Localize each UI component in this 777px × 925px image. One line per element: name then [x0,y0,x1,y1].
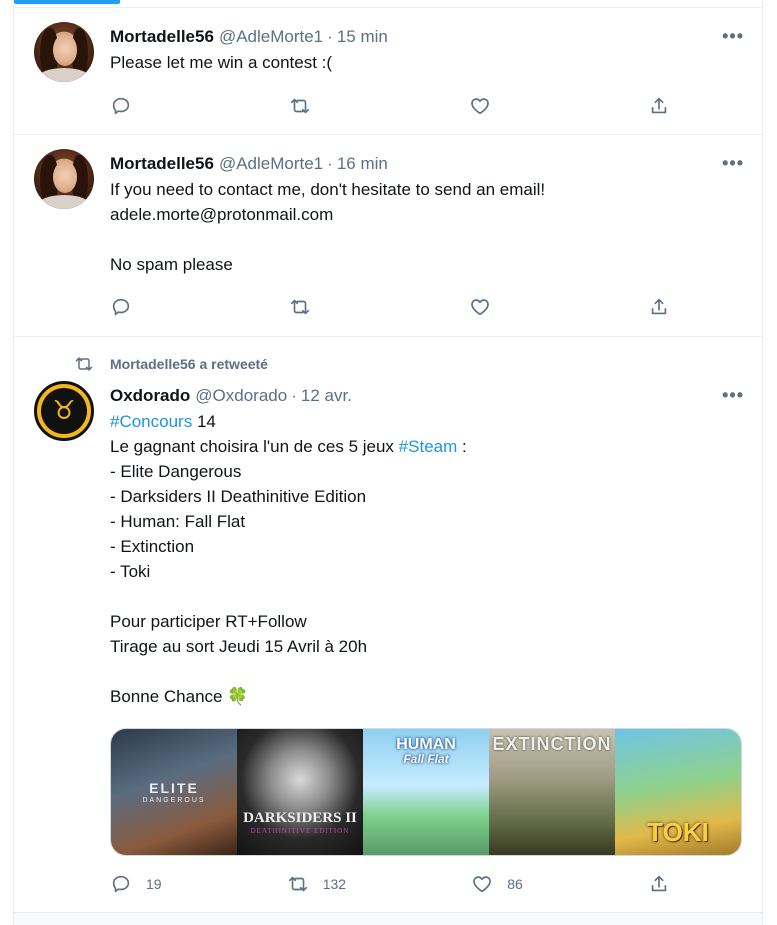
game-title: EXTINCTION [492,734,612,754]
game-subtitle: DANGEROUS [142,796,206,804]
text-fragment: - Elite Dangerous - Darksiders II Deathi… [110,462,368,706]
hashtag-link[interactable]: #Steam [399,437,458,456]
game-subtitle: DEATHINITIVE EDITION [250,827,350,835]
author-handle[interactable]: @Oxdorado [195,386,287,406]
game-title: TOKI [647,817,709,847]
retweet-context[interactable]: Mortadelle56 a retweeté [74,354,268,374]
share-button[interactable] [648,95,670,117]
separator: · [327,154,333,173]
retweet-icon [291,299,310,315]
retweet-button[interactable] [289,296,311,318]
game-image-extinction[interactable]: EXTINCTION [489,729,615,855]
author-name[interactable]: Mortadelle56 [110,154,214,174]
avatar[interactable] [34,149,94,209]
timestamp[interactable]: 15 min [337,27,388,47]
active-tab-indicator [14,0,120,4]
retweet-label: Mortadelle56 a retweeté [110,356,268,372]
four-leaf-clover-icon: 🍀 [227,687,249,706]
reply-count: 19 [146,876,162,892]
media-grid[interactable]: ELITE DANGEROUS DARKSIDERS II DEATHINITIVE… [110,728,742,856]
like-button[interactable] [469,296,491,318]
avatar[interactable]: ♉ [34,381,94,441]
game-title: ELITE [149,779,199,796]
game-image-human[interactable]: HUMAN Fall Flat [363,729,489,855]
reply-icon [112,97,130,115]
text-fragment: : [457,437,467,456]
game-image-elite[interactable]: ELITE DANGEROUS [111,729,237,855]
hashtag-link[interactable]: #Concours [110,412,192,431]
heart-icon [470,299,489,316]
share-icon [651,875,667,892]
game-subtitle: Fall Flat [403,752,449,766]
more-icon[interactable]: ••• [722,26,744,47]
reply-button[interactable] [110,95,132,117]
text-fragment: 14 [192,412,216,431]
text-fragment: Le gagnant choisira l'un de ces 5 jeux [110,437,399,456]
retweet-icon [288,876,307,892]
like-button[interactable]: 86 [471,873,523,895]
tweet-text: Please let me win a contest :( [110,53,333,72]
author-handle[interactable]: @AdleMorte1 [219,154,323,174]
retweet-button[interactable] [289,95,311,117]
retweet-count: 132 [322,876,347,892]
share-button[interactable] [648,296,670,318]
game-title: HUMAN [396,736,456,753]
tweet-text: If you need to contact me, don't hesitat… [110,180,546,274]
reply-button[interactable]: 19 [110,873,162,895]
retweet-button[interactable]: 132 [287,873,346,895]
author-name[interactable]: Oxdorado [110,386,190,406]
game-title: DARKSIDERS II [243,810,357,826]
separator: · [291,386,297,405]
tweet[interactable]: Mortadelle56 @AdleMorte1 · 15 min ••• Pl… [14,8,762,135]
reply-icon [112,298,130,316]
heart-icon [470,98,489,115]
like-count: 86 [507,876,523,892]
reply-icon [112,875,130,893]
like-button[interactable] [469,95,491,117]
timestamp[interactable]: 16 min [337,154,388,174]
heart-icon [473,876,492,893]
share-icon [651,97,667,114]
timeline-footer [14,912,762,925]
avatar[interactable] [34,22,94,82]
author-name[interactable]: Mortadelle56 [110,27,214,47]
game-image-darksiders[interactable]: DARKSIDERS II DEATHINITIVE EDITION [237,729,363,855]
game-image-toki[interactable]: TOKI [615,729,741,855]
retweet-icon [291,98,310,114]
reply-button[interactable] [110,296,132,318]
more-icon[interactable]: ••• [722,385,744,406]
author-handle[interactable]: @AdleMorte1 [219,27,323,47]
share-icon [651,298,667,315]
retweet-icon [75,357,93,371]
separator: · [327,27,333,46]
share-button[interactable] [648,873,670,895]
timeline: Mortadelle56 @AdleMorte1 · 15 min ••• Pl… [13,0,763,925]
bull-logo-icon: ♉ [52,396,76,426]
tweet-text: #Concours 14 Le gagnant choisira l'un de… [110,409,748,709]
tweet[interactable]: Mortadelle56 a retweeté ♉ Oxdorado @Oxdo… [14,337,762,912]
timestamp[interactable]: 12 avr. [301,386,352,406]
more-icon[interactable]: ••• [722,153,744,174]
tweet[interactable]: Mortadelle56 @AdleMorte1 · 16 min ••• If… [14,135,762,337]
